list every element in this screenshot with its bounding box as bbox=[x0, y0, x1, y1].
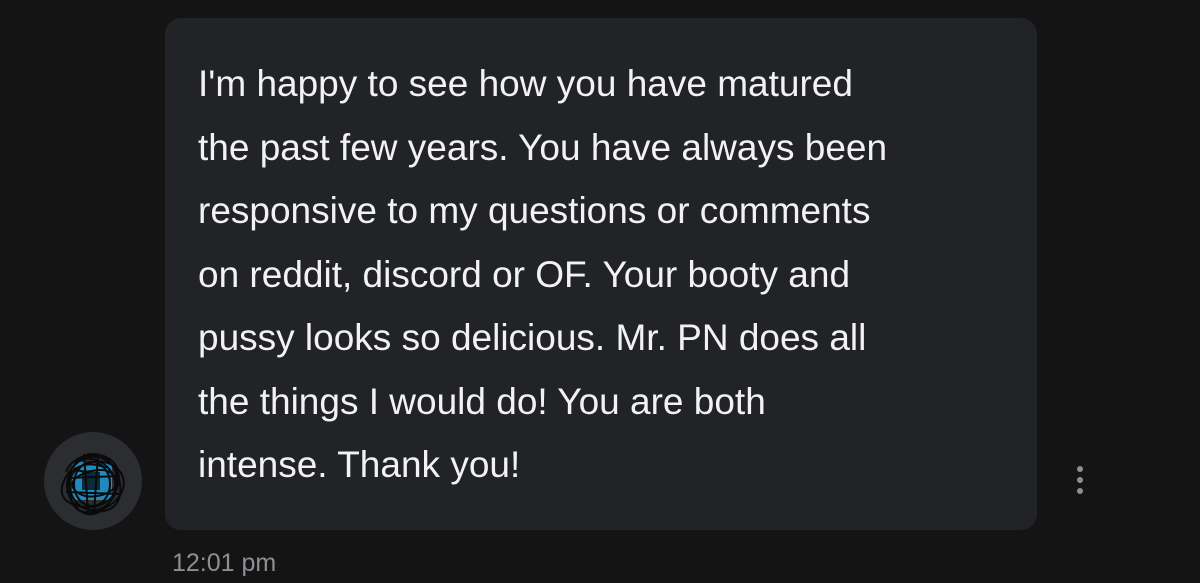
chat-screen: I'm happy to see how you have matured th… bbox=[0, 0, 1200, 583]
message-text: I'm happy to see how you have matured th… bbox=[198, 63, 888, 485]
sender-avatar[interactable] bbox=[44, 432, 142, 530]
more-options-button[interactable] bbox=[1066, 460, 1094, 500]
message-bubble[interactable]: I'm happy to see how you have matured th… bbox=[165, 18, 1037, 530]
message-timestamp: 12:01 pm bbox=[172, 549, 277, 577]
vertical-ellipsis-icon bbox=[1077, 477, 1083, 483]
vertical-ellipsis-icon bbox=[1077, 488, 1083, 494]
vertical-ellipsis-icon bbox=[1077, 466, 1083, 472]
scribbled-avatar-icon bbox=[60, 453, 125, 516]
